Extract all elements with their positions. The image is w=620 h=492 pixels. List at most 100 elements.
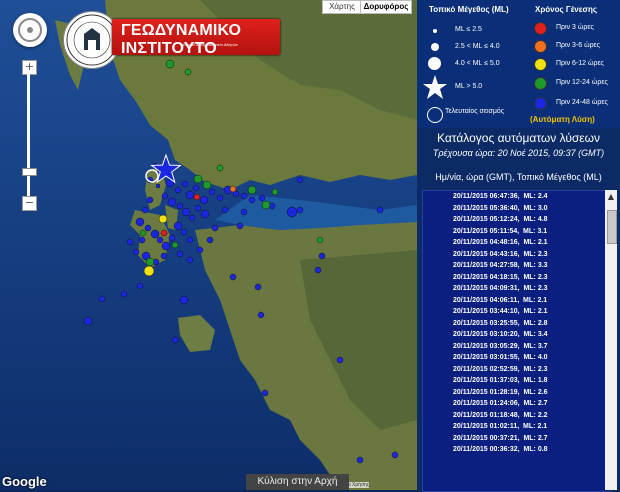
event-list-item[interactable]: 20/11/2015 03:05:29, ML: 3.7 bbox=[423, 341, 610, 353]
event-list-item[interactable]: 20/11/2015 05:36:40, ML: 3.0 bbox=[423, 203, 610, 215]
earthquake-marker[interactable] bbox=[186, 236, 194, 244]
earthquake-marker[interactable] bbox=[314, 266, 322, 274]
event-list-item[interactable]: 20/11/2015 00:37:21, ML: 2.7 bbox=[423, 433, 610, 445]
event-list-item[interactable]: 20/11/2015 06:47:36, ML: 2.4 bbox=[423, 191, 610, 203]
earthquake-marker[interactable] bbox=[286, 206, 298, 218]
earthquake-marker[interactable] bbox=[98, 295, 106, 303]
list-scrollbar[interactable]: ▲ bbox=[605, 190, 617, 490]
earthquake-marker[interactable] bbox=[141, 206, 149, 214]
earthquake-marker[interactable] bbox=[181, 180, 189, 188]
earthquake-marker[interactable] bbox=[150, 229, 160, 239]
earthquake-marker[interactable] bbox=[174, 186, 182, 194]
event-list-item[interactable]: 20/11/2015 03:01:55, ML: 4.0 bbox=[423, 352, 610, 364]
event-list-item[interactable]: 20/11/2015 04:06:11, ML: 2.1 bbox=[423, 295, 610, 307]
earthquake-marker[interactable] bbox=[186, 256, 194, 264]
event-list-item[interactable]: 20/11/2015 02:52:59, ML: 2.3 bbox=[423, 364, 610, 376]
earthquake-marker[interactable] bbox=[193, 174, 203, 184]
earthquake-marker[interactable] bbox=[139, 229, 147, 237]
event-list-item[interactable]: 20/11/2015 04:09:31, ML: 2.3 bbox=[423, 283, 610, 295]
earthquake-marker[interactable] bbox=[173, 221, 183, 231]
earthquake-marker[interactable] bbox=[168, 234, 176, 242]
earthquake-marker[interactable] bbox=[229, 185, 237, 193]
scroll-to-top-button[interactable]: Κύλιση στην Αρχή bbox=[246, 474, 349, 490]
earthquake-marker[interactable] bbox=[258, 194, 266, 202]
earthquake-marker[interactable] bbox=[158, 214, 168, 224]
earthquake-marker[interactable] bbox=[161, 192, 169, 200]
earthquake-marker[interactable] bbox=[83, 316, 93, 326]
earthquake-marker[interactable] bbox=[143, 265, 155, 277]
earthquake-marker[interactable] bbox=[196, 246, 204, 254]
map-type-map-button[interactable]: Χάρτης bbox=[322, 0, 362, 14]
pegman-icon[interactable] bbox=[13, 13, 47, 47]
earthquake-marker[interactable] bbox=[376, 206, 384, 214]
event-list-item[interactable]: 20/11/2015 03:44:10, ML: 2.1 bbox=[423, 306, 610, 318]
event-list-item[interactable]: 20/11/2015 01:37:03, ML: 1.8 bbox=[423, 375, 610, 387]
earthquake-marker[interactable] bbox=[160, 229, 168, 237]
earthquake-marker[interactable] bbox=[138, 236, 146, 244]
earthquake-marker[interactable] bbox=[261, 200, 271, 210]
earthquake-marker[interactable] bbox=[181, 207, 191, 217]
map-view[interactable]: Χάρτης Δορυφόρος + − ΓΕΩΔΥΝΑΜΙΚΟ ΙΝΣΤΙΤΟ… bbox=[0, 0, 417, 490]
event-list[interactable]: 20/11/2015 06:47:36, ML: 2.4 20/11/2015 0… bbox=[422, 190, 611, 492]
earthquake-marker[interactable] bbox=[248, 196, 256, 204]
earthquake-marker[interactable] bbox=[132, 248, 140, 256]
event-list-item[interactable]: 20/11/2015 05:12:24, ML: 4.8 bbox=[423, 214, 610, 226]
earthquake-marker[interactable] bbox=[208, 188, 216, 196]
zoom-in-icon[interactable]: + bbox=[22, 60, 37, 75]
event-list-item[interactable]: 20/11/2015 04:18:15, ML: 2.3 bbox=[423, 272, 610, 284]
earthquake-marker[interactable] bbox=[296, 176, 304, 184]
event-list-item[interactable]: 20/11/2015 01:28:19, ML: 2.6 bbox=[423, 387, 610, 399]
earthquake-marker[interactable] bbox=[206, 236, 214, 244]
earthquake-marker[interactable] bbox=[240, 208, 248, 216]
event-list-item[interactable]: 20/11/2015 01:02:11, ML: 2.1 bbox=[423, 421, 610, 433]
earthquake-marker[interactable] bbox=[180, 228, 188, 236]
event-list-item[interactable]: 20/11/2015 05:11:54, ML: 3.1 bbox=[423, 226, 610, 238]
zoom-out-icon[interactable]: − bbox=[22, 196, 37, 211]
event-list-item[interactable]: 20/11/2015 03:25:55, ML: 2.8 bbox=[423, 318, 610, 330]
earthquake-marker[interactable] bbox=[211, 224, 219, 232]
event-list-item[interactable]: 20/11/2015 01:18:48, ML: 2.2 bbox=[423, 410, 610, 422]
earthquake-marker[interactable] bbox=[221, 206, 229, 214]
event-list-item[interactable]: 20/11/2015 03:10:20, ML: 3.4 bbox=[423, 329, 610, 341]
earthquake-marker[interactable] bbox=[156, 236, 164, 244]
earthquake-marker[interactable] bbox=[160, 252, 168, 260]
earthquake-marker[interactable] bbox=[254, 283, 262, 291]
earthquake-marker[interactable] bbox=[356, 456, 364, 464]
earthquake-marker[interactable] bbox=[216, 194, 224, 202]
event-list-item[interactable]: 20/11/2015 00:36:32, ML: 0.8 bbox=[423, 444, 610, 456]
event-list-item[interactable]: 20/11/2015 04:48:16, ML: 2.1 bbox=[423, 237, 610, 249]
earthquake-marker[interactable] bbox=[296, 206, 304, 214]
map-type-satellite-button[interactable]: Δορυφόρος bbox=[360, 0, 412, 14]
earthquake-marker[interactable] bbox=[202, 180, 212, 190]
earthquake-marker[interactable] bbox=[161, 241, 171, 251]
event-list-item[interactable]: 20/11/2015 04:43:16, ML: 2.3 bbox=[423, 249, 610, 261]
earthquake-marker[interactable] bbox=[135, 217, 145, 227]
zoom-slider-track[interactable] bbox=[27, 74, 30, 197]
earthquake-marker[interactable] bbox=[336, 356, 344, 364]
earthquake-marker[interactable] bbox=[391, 451, 399, 459]
earthquake-marker[interactable] bbox=[247, 185, 257, 195]
earthquake-marker[interactable] bbox=[257, 311, 265, 319]
earthquake-marker[interactable] bbox=[192, 184, 200, 192]
event-list-item[interactable]: 20/11/2015 01:24:06, ML: 2.7 bbox=[423, 398, 610, 410]
zoom-slider-thumb[interactable] bbox=[22, 168, 37, 176]
earthquake-marker[interactable] bbox=[193, 193, 201, 201]
earthquake-marker[interactable] bbox=[216, 164, 224, 172]
earthquake-marker[interactable] bbox=[171, 336, 179, 344]
earthquake-marker[interactable] bbox=[171, 241, 179, 249]
earthquake-marker[interactable] bbox=[146, 196, 154, 204]
zoom-control[interactable]: + − bbox=[22, 60, 37, 211]
earthquake-marker[interactable] bbox=[136, 282, 144, 290]
scrollbar-thumb[interactable] bbox=[607, 210, 617, 244]
scroll-up-icon[interactable]: ▲ bbox=[606, 192, 616, 202]
earthquake-marker[interactable] bbox=[185, 190, 195, 200]
earthquake-marker[interactable] bbox=[176, 250, 184, 258]
earthquake-marker[interactable] bbox=[145, 257, 155, 267]
earthquake-marker[interactable] bbox=[176, 202, 184, 210]
earthquake-marker[interactable] bbox=[179, 295, 189, 305]
earthquake-marker[interactable] bbox=[316, 236, 324, 244]
earthquake-marker[interactable] bbox=[120, 290, 128, 298]
earthquake-marker[interactable] bbox=[200, 209, 210, 219]
earthquake-marker[interactable] bbox=[261, 389, 269, 397]
earthquake-marker[interactable] bbox=[188, 214, 196, 222]
